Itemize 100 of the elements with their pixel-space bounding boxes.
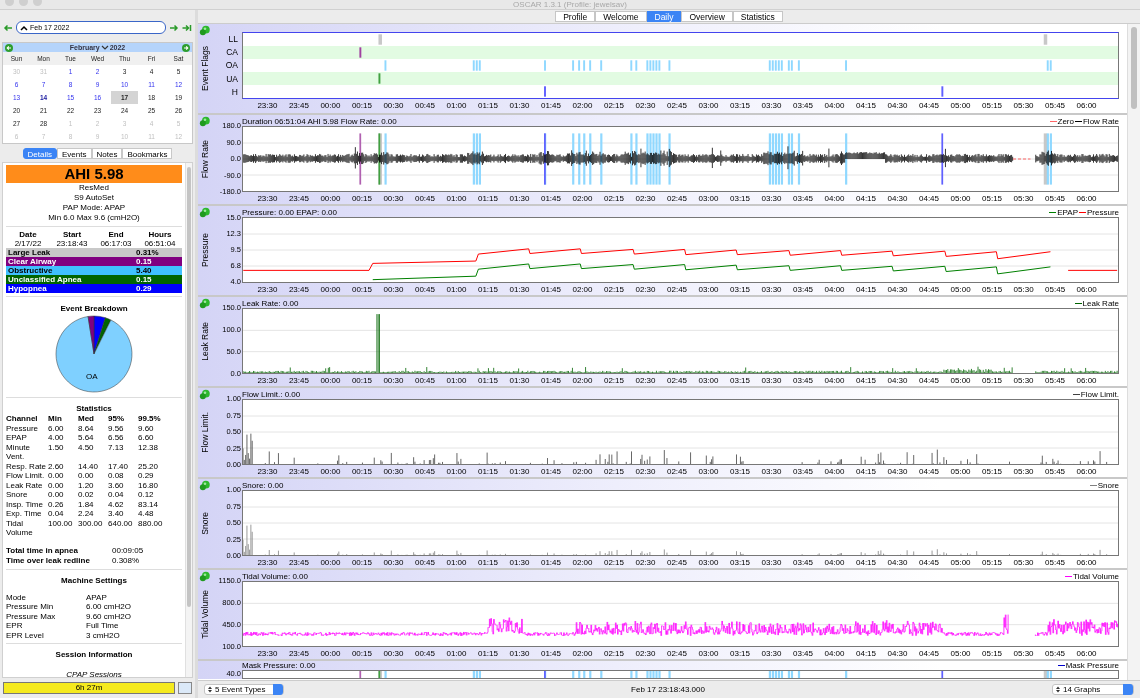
tab[interactable]: Welcome [595,11,647,22]
back-arrow-icon[interactable] [3,22,13,33]
tick-label: 02:15 [603,376,624,385]
tick-label: 23:30 [257,101,278,110]
tick-label: 02:15 [603,467,624,476]
row-label: H [231,87,238,98]
table-cell-text: 23:18:43 [55,239,89,248]
tick-label: 03:45 [793,101,813,110]
tab[interactable]: Details [22,148,58,159]
tick-label: 05:15 [982,376,1003,385]
axis-title: Flow Limit. [200,412,210,453]
tab[interactable]: Overview [681,11,733,22]
tick-label: 01:00 [446,467,467,476]
pin-icon[interactable] [199,207,211,218]
pin-icon[interactable] [199,389,211,400]
tick-label: 05:00 [950,101,971,110]
tick-label: 23:45 [288,558,309,567]
tick-label: 02:45 [666,376,687,385]
setting-value: 9.60 cmH2O [86,611,132,621]
table-cell-text: 83.14 [138,499,160,509]
pin-icon[interactable] [199,571,211,582]
event-row: Unclassified Apnea 0.15 [6,275,182,284]
tick-label: 00:30 [383,649,404,658]
table-cell: 17.40 [108,461,138,471]
table-cell: 0.08 [108,471,138,481]
event-types-dropdown[interactable]: 5 Event Types [204,684,284,695]
tick-label: 04:30 [887,558,908,567]
total-label: Time over leak redline [6,555,91,566]
pin-icon[interactable] [199,480,211,491]
tick-label: 00:45 [414,467,435,476]
tick-label: 01:45 [540,649,561,658]
table-cell: 8.64 [78,423,108,433]
scrollbar[interactable] [185,163,192,677]
tab[interactable]: Profile [555,11,596,22]
last-day-icon[interactable] [182,22,192,33]
table-cell: 4.62 [108,499,138,509]
total-value: 0.308% [112,555,141,566]
row-label: LL [228,33,238,44]
graph-title: Snore: 0.00 [242,481,284,490]
tick-label: 02:45 [667,285,688,294]
tick-label: 05:15 [982,194,1003,203]
tick-label: 03:30 [761,558,782,567]
tab[interactable]: Events [57,148,92,159]
up-down-arrows-icon [1056,686,1060,693]
tab[interactable]: Daily [646,11,682,22]
tick-label: 05:00 [950,467,971,476]
pin-icon[interactable] [199,116,211,127]
setting-label: Pressure Min [6,602,55,612]
tab[interactable]: Bookmarks [122,148,173,159]
tick-label: 04:00 [824,194,845,203]
forward-arrow-icon[interactable] [169,22,179,33]
tick-label: 04:45 [919,101,940,110]
table-cell: 6.00 [48,423,78,433]
tick-label: 01:00 [446,285,467,294]
graphs-dropdown[interactable]: 14 Graphs [1052,684,1134,695]
tick-label: 03:00 [698,101,719,110]
tick-label: 06:00 [1076,467,1097,476]
tick-label: 05:15 [982,467,1003,476]
toggle-button[interactable] [178,682,192,694]
column-header: Min [48,414,78,424]
tick-label: 05:45 [1045,285,1066,294]
pin-icon[interactable] [199,25,211,36]
tick-label: 03:45 [793,285,814,294]
tick-label: 03:00 [698,649,719,658]
graph-title: Mask Pressure: 0.00 [242,661,316,670]
tick-label: 00:15 [351,467,372,476]
tick-label: 01:30 [509,194,530,203]
tick-label: 00:00 [320,285,341,294]
tick-label: 01:15 [477,558,498,567]
table-cell: Tidal Volume [6,518,48,538]
tick-label: 01:15 [477,194,498,203]
tick-label: 03:30 [761,376,782,385]
tab[interactable]: Notes [91,148,123,159]
tick-label: 03:15 [730,649,750,658]
tick-label: 05:45 [1045,649,1066,658]
tab[interactable]: Statistics [732,11,783,22]
row-label: UA [226,73,238,84]
table-cell: Flow Limit. [6,471,48,481]
pin-icon[interactable] [199,298,211,309]
caret-icon[interactable] [100,45,109,50]
tick-label: 03:45 [793,467,813,476]
tick-label: 00:15 [351,101,372,110]
tick-label: 01:15 [477,467,498,476]
tick-label: 00:45 [414,376,435,385]
table-cell-text: 4.48 [138,509,155,519]
machine-info: PAP Mode: APAP [61,203,127,213]
tick-label: 05:30 [1013,194,1034,203]
scrollbar[interactable] [1127,24,1140,680]
legend-label: Flow Rate [1083,117,1119,126]
table-cell-text: 12.38 [138,442,160,454]
tick-label: 05:30 [1013,558,1034,567]
tick-label: 05:30 [1013,649,1034,658]
previous-month-button[interactable] [5,43,13,52]
total-value: 00:09:05 [112,545,145,556]
tick-label: 00:15 [351,558,372,567]
tick-label: 02:00 [572,101,593,110]
tick-label: 00:00 [320,194,341,203]
next-month-button[interactable] [182,43,190,52]
table-cell-text: 6.60 [138,433,155,443]
table-cell: 2.60 [48,461,78,471]
